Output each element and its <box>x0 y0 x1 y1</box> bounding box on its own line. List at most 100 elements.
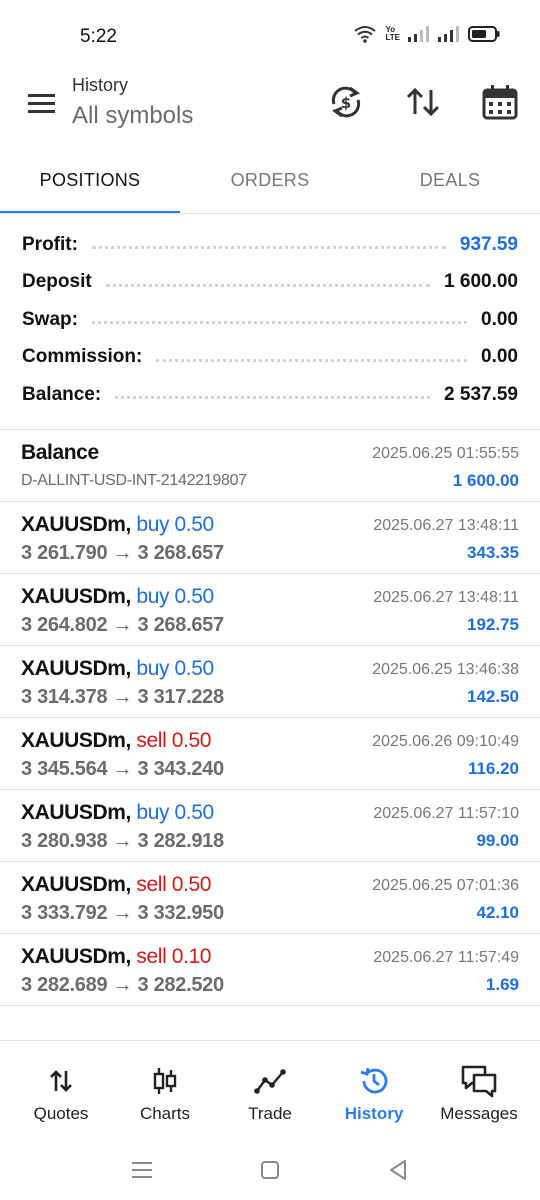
close-price: 3 343.240 <box>137 758 225 780</box>
swap-label: Swap: <box>22 308 78 330</box>
position-prices: 3 333.792 → 3 332.950 <box>21 902 224 925</box>
position-time: 2025.06.25 07:01:36 <box>372 877 519 894</box>
position-time: 2025.06.27 13:48:11 <box>373 517 519 534</box>
close-price: 3 282.918 <box>137 830 225 852</box>
summary-deposit-row: Deposit 1 600.00 <box>0 264 540 302</box>
nav-quotes[interactable]: Quotes <box>7 1041 115 1141</box>
calendar-button[interactable] <box>480 82 520 122</box>
open-price: 3 261.790 <box>21 542 108 564</box>
candlestick-icon <box>153 1068 177 1094</box>
calendar-icon <box>482 85 518 120</box>
position-time: 2025.06.27 13:48:11 <box>373 589 519 606</box>
close-price: 3 268.657 <box>137 614 225 636</box>
wifi-icon <box>354 26 377 43</box>
position-title: XAUUSDm, sell 0.10 <box>21 945 211 969</box>
balance-entry[interactable]: Balance D-ALLINT-USD-INT-2142219807 2025… <box>0 430 540 502</box>
arrow-glyph: → <box>112 614 133 636</box>
arrow-glyph: → <box>112 686 133 708</box>
nav-history[interactable]: History <box>320 1041 428 1141</box>
deposit-value: 1 600.00 <box>444 271 518 293</box>
summary-commission-row: Commission: 0.00 <box>0 339 540 377</box>
close-price: 3 282.520 <box>137 974 225 996</box>
arrow-glyph: → <box>112 542 133 564</box>
position-symbol: XAUUSDm, <box>21 513 131 536</box>
position-profit: 99.00 <box>476 831 519 850</box>
home-button[interactable] <box>256 1156 284 1184</box>
back-triangle-icon <box>390 1160 406 1180</box>
position-row[interactable]: XAUUSDm, sell 0.50 3 333.792 → 3 332.950… <box>0 862 540 934</box>
position-title: XAUUSDm, sell 0.50 <box>21 873 211 897</box>
position-row[interactable]: XAUUSDm, sell 0.50 3 345.564 → 3 343.240… <box>0 718 540 790</box>
nav-charts[interactable]: Charts <box>111 1041 219 1141</box>
tab-positions[interactable]: POSITIONS <box>0 150 180 214</box>
dotted-leader <box>91 246 446 250</box>
menu-button[interactable] <box>24 86 60 122</box>
tabs-divider <box>0 213 540 214</box>
page-title: History <box>72 75 129 95</box>
summary-swap-row: Swap: 0.00 <box>0 301 540 339</box>
back-button[interactable] <box>385 1156 413 1184</box>
menu-icon <box>28 94 55 113</box>
history-clock-icon <box>360 1067 388 1094</box>
position-symbol: XAUUSDm, <box>21 945 131 968</box>
position-type: buy 0.50 <box>136 585 214 608</box>
open-price: 3 345.564 <box>21 758 108 780</box>
symbol-filter[interactable]: All symbols <box>72 102 193 130</box>
close-price: 3 332.950 <box>137 902 225 924</box>
tab-bar: POSITIONS ORDERS DEALS <box>0 150 540 214</box>
position-profit: 192.75 <box>467 615 519 634</box>
nav-quotes-label: Quotes <box>33 1104 89 1123</box>
tab-orders[interactable]: ORDERS <box>180 150 360 214</box>
position-title: XAUUSDm, sell 0.50 <box>21 729 211 753</box>
position-prices: 3 264.802 → 3 268.657 <box>21 614 224 637</box>
open-price: 3 314.378 <box>21 686 108 708</box>
position-type: buy 0.50 <box>136 513 214 536</box>
arrow-glyph: → <box>112 758 133 780</box>
position-type: sell 0.10 <box>136 945 212 968</box>
nav-messages[interactable]: Messages <box>425 1041 533 1141</box>
nav-history-label: History <box>344 1104 404 1123</box>
messages-icon <box>461 1065 497 1098</box>
sort-button[interactable] <box>403 82 443 122</box>
svg-text:$: $ <box>341 94 351 112</box>
position-row[interactable]: XAUUSDm, buy 0.50 3 314.378 → 3 317.228 … <box>0 646 540 718</box>
status-time: 5:22 <box>80 26 117 47</box>
dotted-leader <box>91 321 468 325</box>
close-price: 3 317.228 <box>137 686 225 708</box>
home-square-icon <box>261 1161 279 1179</box>
profit-value: 937.59 <box>459 233 518 255</box>
position-row[interactable]: XAUUSDm, sell 0.10 3 282.689 → 3 282.520… <box>0 934 540 1006</box>
status-bar: 5:22 Yo LTE <box>0 0 540 64</box>
commission-value: 0.00 <box>481 346 518 368</box>
position-title: XAUUSDm, buy 0.50 <box>21 801 214 825</box>
position-time: 2025.06.25 13:46:38 <box>372 661 519 678</box>
battery-icon <box>468 26 500 42</box>
arrow-glyph: → <box>112 902 133 924</box>
nav-trade[interactable]: Trade <box>216 1041 324 1141</box>
arrow-glyph: → <box>112 974 133 996</box>
position-type: sell 0.50 <box>136 729 212 752</box>
summary-panel: Profit: 937.59 Deposit 1 600.00 Swap: 0.… <box>0 226 540 414</box>
commission-label: Commission: <box>22 346 143 368</box>
dotted-leader <box>105 283 431 287</box>
open-price: 3 280.938 <box>21 830 108 852</box>
position-row[interactable]: XAUUSDm, buy 0.50 3 261.790 → 3 268.657 … <box>0 502 540 574</box>
arrow-glyph: → <box>112 830 133 852</box>
position-row[interactable]: XAUUSDm, buy 0.50 3 264.802 → 3 268.657 … <box>0 574 540 646</box>
system-nav-bar <box>0 1140 540 1200</box>
trade-line-icon <box>254 1069 286 1094</box>
recent-apps-button[interactable] <box>128 1156 156 1184</box>
currency-refresh-icon: $ <box>331 86 361 118</box>
sort-icon <box>406 87 440 117</box>
balance-entry-amount: 1 600.00 <box>452 471 519 490</box>
tab-deals[interactable]: DEALS <box>360 150 540 214</box>
position-prices: 3 280.938 → 3 282.918 <box>21 830 224 853</box>
position-type: buy 0.50 <box>136 657 214 680</box>
position-time: 2025.06.27 11:57:49 <box>373 949 519 966</box>
currency-refresh-button[interactable]: $ <box>326 82 366 122</box>
signal-icon-1 <box>408 26 429 42</box>
open-price: 3 282.689 <box>21 974 108 996</box>
nav-trade-icon-wrap <box>216 1065 324 1097</box>
position-row[interactable]: XAUUSDm, buy 0.50 3 280.938 → 3 282.918 … <box>0 790 540 862</box>
profit-label: Profit: <box>22 233 78 255</box>
